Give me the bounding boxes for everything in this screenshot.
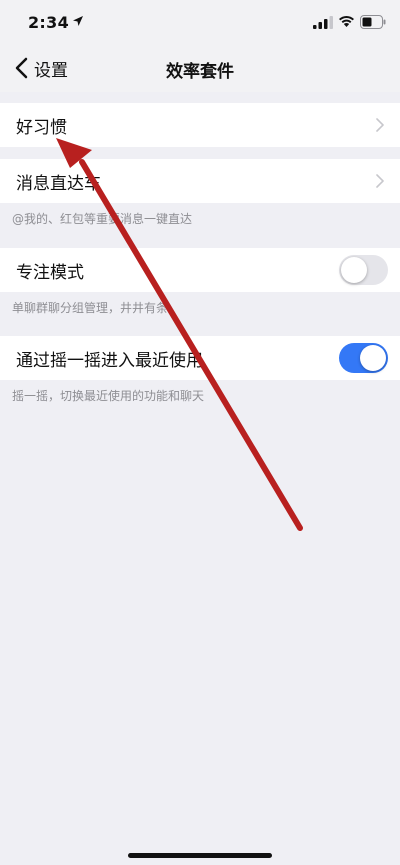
list-item-label: 消息直达车 [16,173,101,194]
section-description: 单聊群聊分组管理，井井有条 [12,301,169,315]
section-description: 摇一摇，切换最近使用的功能和聊天 [12,389,205,403]
focus-mode-toggle[interactable] [339,255,388,285]
list-item-good-habits[interactable]: 好习惯 [0,103,400,147]
section-description: @我的、红包等重要消息一键直达 [12,212,193,226]
list-item-shake-recent: 通过摇一摇进入最近使用 [0,336,400,380]
list-item-label: 专注模式 [16,262,84,283]
location-arrow-icon [73,16,83,26]
signal-icon [313,16,333,29]
screen: 2:34 设置 效率套件 好习惯 消息直达车 @我的、红包等重要消息一键直达 专… [0,0,400,865]
list-item-label: 通过摇一摇进入最近使用 [16,350,203,371]
list-item-focus-mode: 专注模式 [0,248,400,292]
list-item-message-express[interactable]: 消息直达车 [0,159,400,203]
chevron-right-icon [376,118,384,132]
toggle-knob [360,345,386,371]
home-indicator[interactable] [128,853,272,858]
wifi-icon [339,15,354,27]
shake-recent-toggle[interactable] [339,343,388,373]
nav-bar: 设置 效率套件 [0,44,400,92]
page-title: 效率套件 [166,62,234,82]
status-time: 2:34 [28,13,69,32]
battery-icon [360,15,386,29]
toggle-knob [341,257,367,283]
status-bar: 2:34 [0,0,400,44]
list-item-label: 好习惯 [16,117,67,138]
chevron-right-icon [376,174,384,188]
